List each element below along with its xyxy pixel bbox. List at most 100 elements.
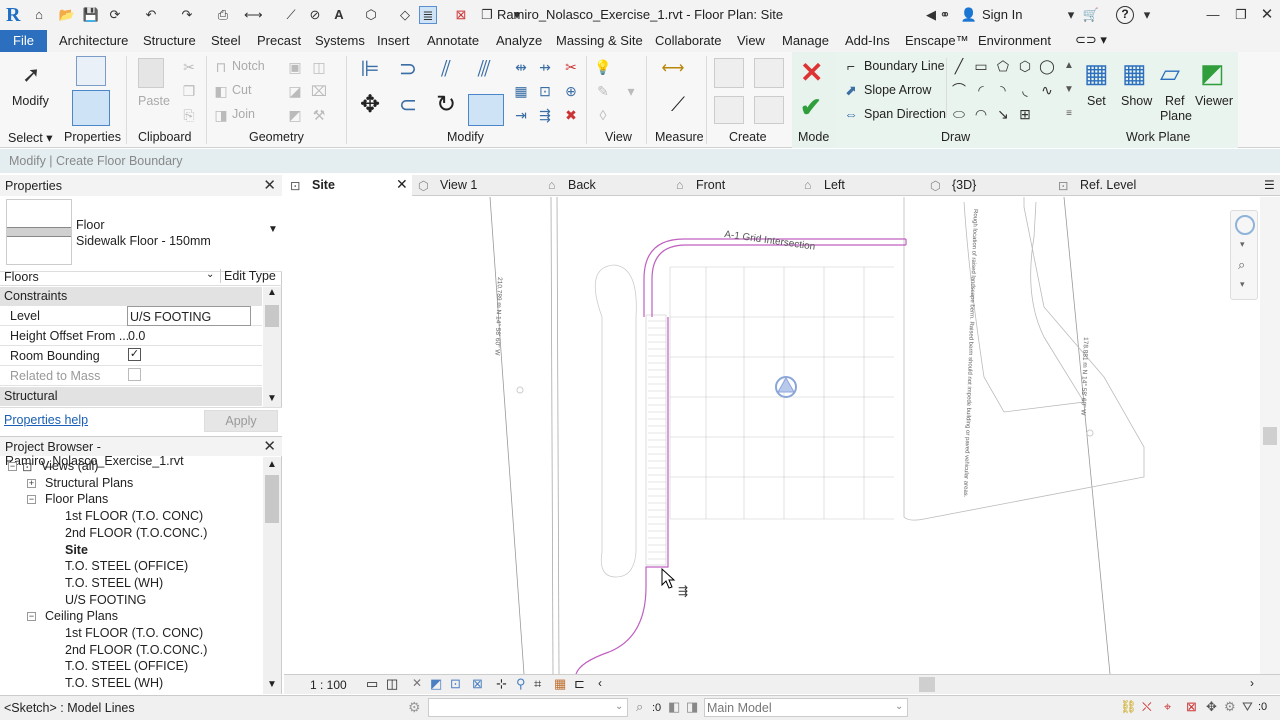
- trim-extend-corner-icon[interactable]: [468, 94, 504, 126]
- wheel-dropdown-icon[interactable]: ▾: [1240, 239, 1245, 250]
- help-dropdown-icon[interactable]: ▾: [1138, 6, 1156, 24]
- tab-environment[interactable]: Environment: [978, 33, 1051, 48]
- measure-icon[interactable]: ⟷: [244, 6, 263, 24]
- steering-wheel-icon[interactable]: [1235, 215, 1255, 235]
- tab-precast[interactable]: Precast: [257, 33, 301, 48]
- tree-item[interactable]: 1st FLOOR (T.O. CONC): [65, 626, 203, 640]
- copy-icon[interactable]: ❐: [180, 82, 198, 100]
- home-icon[interactable]: ⌂: [30, 6, 48, 24]
- trim-single-icon[interactable]: ⇥: [512, 106, 530, 124]
- span-direction-icon[interactable]: ⇔: [842, 105, 860, 123]
- sync-icon[interactable]: ⟳: [106, 6, 124, 24]
- tree-item[interactable]: 2nd FLOOR (T.O.CONC.): [65, 526, 207, 540]
- chevron-down-icon[interactable]: ▾: [1062, 6, 1080, 24]
- draw-expand-icon[interactable]: ≡: [1060, 105, 1078, 123]
- tree-item[interactable]: T.O. STEEL (WH): [65, 576, 163, 590]
- thin-lines-icon[interactable]: ≣: [419, 6, 437, 24]
- move-icon[interactable]: ✥: [356, 93, 384, 124]
- join-button[interactable]: Join: [232, 107, 255, 121]
- design-option-edit-icon[interactable]: ◨: [686, 699, 698, 715]
- modify-button[interactable]: Modify: [12, 94, 49, 108]
- ref-plane-button-line1[interactable]: Ref: [1165, 94, 1184, 108]
- view-scale[interactable]: 1 : 100: [310, 678, 347, 692]
- zoom-dropdown-icon[interactable]: ▾: [1240, 279, 1245, 290]
- polygon-icon[interactable]: ⬠: [994, 57, 1012, 75]
- paint-icon[interactable]: ◪: [286, 82, 304, 100]
- close-icon[interactable]: ✕: [263, 437, 276, 455]
- fillet-arc-icon[interactable]: ◟: [1016, 81, 1034, 99]
- set-button[interactable]: Set: [1087, 94, 1106, 108]
- save-icon[interactable]: 💾: [82, 6, 100, 24]
- delete-icon[interactable]: ✖: [562, 106, 580, 124]
- print-icon[interactable]: ⎙: [214, 6, 232, 24]
- tab-add-ins[interactable]: Add-Ins: [845, 33, 890, 48]
- match-type-icon[interactable]: ⎘: [180, 106, 198, 124]
- viewer-icon[interactable]: ◩: [1200, 58, 1225, 89]
- shadows-icon[interactable]: ◩: [430, 676, 442, 692]
- tree-item[interactable]: 1st FLOOR (T.O. CONC): [65, 509, 203, 523]
- cut-geometry-button[interactable]: Cut: [232, 83, 251, 97]
- ref-plane-icon[interactable]: ▱: [1160, 58, 1180, 89]
- cut-geometry-icon[interactable]: ◧: [212, 82, 230, 100]
- align-icon[interactable]: ⊫: [356, 58, 384, 88]
- tab-back[interactable]: ⌂ Back: [542, 175, 670, 196]
- linework-icon[interactable]: ◊: [594, 106, 612, 124]
- modify-cursor-icon[interactable]: ➚: [22, 62, 40, 88]
- collapse-toggle[interactable]: −: [8, 462, 17, 471]
- tab-view[interactable]: View: [737, 33, 765, 48]
- project-base-point[interactable]: [775, 376, 797, 398]
- circumscribed-polygon-icon[interactable]: ⬡: [1016, 57, 1034, 75]
- section-constraints[interactable]: Constraints: [0, 287, 262, 306]
- offset-icon[interactable]: ⊃: [394, 58, 422, 88]
- navigation-bar[interactable]: ▾ ⌕ ▾: [1230, 210, 1258, 300]
- crop-view-icon[interactable]: ⊡: [450, 676, 461, 692]
- temp-view-properties-icon[interactable]: ▦: [554, 676, 566, 692]
- split-gap-icon[interactable]: ⇸: [536, 58, 554, 76]
- join-icon[interactable]: ◨: [212, 106, 230, 124]
- temp-hide-icon[interactable]: ⚲: [516, 676, 526, 692]
- boundary-line-icon[interactable]: ⌐: [842, 57, 860, 75]
- slope-arrow-icon[interactable]: ⬈: [842, 81, 860, 99]
- design-options-icon[interactable]: ◧: [668, 699, 680, 715]
- tab-file[interactable]: File: [0, 30, 47, 52]
- select-pinned-icon[interactable]: ⌖: [1164, 699, 1171, 715]
- tag-icon[interactable]: ⊘: [306, 6, 324, 24]
- scale-icon[interactable]: ⊡: [536, 82, 554, 100]
- tab-systems[interactable]: Systems: [315, 33, 365, 48]
- tab-3d[interactable]: ⬡ {3D}: [926, 175, 1054, 196]
- properties-help-link[interactable]: Properties help: [4, 413, 88, 427]
- select-dropdown[interactable]: Select ▾: [8, 130, 53, 145]
- room-bounding-checkbox[interactable]: ✓: [128, 348, 141, 361]
- tab-enscape[interactable]: Enscape™: [905, 33, 969, 48]
- cut-icon[interactable]: ✂: [180, 58, 198, 76]
- type-selector-dropdown-icon[interactable]: ▼: [268, 224, 278, 235]
- tree-item[interactable]: 2nd FLOOR (T.O.CONC.): [65, 643, 207, 657]
- slope-arrow-button[interactable]: Slope Arrow: [864, 83, 931, 97]
- type-selector[interactable]: Floor Sidewalk Floor - 150mm ▼: [0, 196, 282, 272]
- editing-requests-icon[interactable]: ⌕: [636, 699, 643, 715]
- override-graphics-icon[interactable]: ✎: [594, 82, 612, 100]
- filter-icon[interactable]: ⛛: [1242, 699, 1253, 715]
- level-field[interactable]: U/S FOOTING: [127, 306, 251, 326]
- finish-edit-mode-icon[interactable]: ✔: [800, 92, 822, 123]
- tree-item[interactable]: Site: [65, 543, 88, 557]
- set-work-plane-icon[interactable]: ▦: [1084, 58, 1109, 89]
- mirror-draw-icon[interactable]: ⫻: [470, 58, 498, 88]
- switch-windows-icon[interactable]: ❐: [478, 6, 496, 24]
- paste-button[interactable]: Paste: [138, 94, 170, 108]
- close-tab-icon[interactable]: ✕: [396, 176, 408, 193]
- circle-icon[interactable]: ◯: [1038, 57, 1056, 75]
- close-hidden-icon[interactable]: ⊠: [452, 6, 470, 24]
- wall-joins-icon[interactable]: ▣: [286, 58, 304, 76]
- select-links-icon[interactable]: ⛓: [1120, 699, 1137, 715]
- array-icon[interactable]: ▦: [512, 82, 530, 100]
- viewer-button[interactable]: Viewer: [1195, 94, 1233, 108]
- pick-lines-icon[interactable]: ↘: [994, 105, 1012, 123]
- text-icon[interactable]: A: [330, 6, 348, 24]
- analytical-model-icon[interactable]: ⊏: [574, 676, 585, 692]
- draw-scroll-up-icon[interactable]: ▲: [1060, 57, 1078, 75]
- center-arc-icon[interactable]: ◜: [972, 81, 990, 99]
- tab-site[interactable]: ⊡ Site ✕: [284, 175, 412, 196]
- 3d-view-icon[interactable]: ⬡: [362, 6, 380, 24]
- collapse-toggle[interactable]: −: [27, 612, 36, 622]
